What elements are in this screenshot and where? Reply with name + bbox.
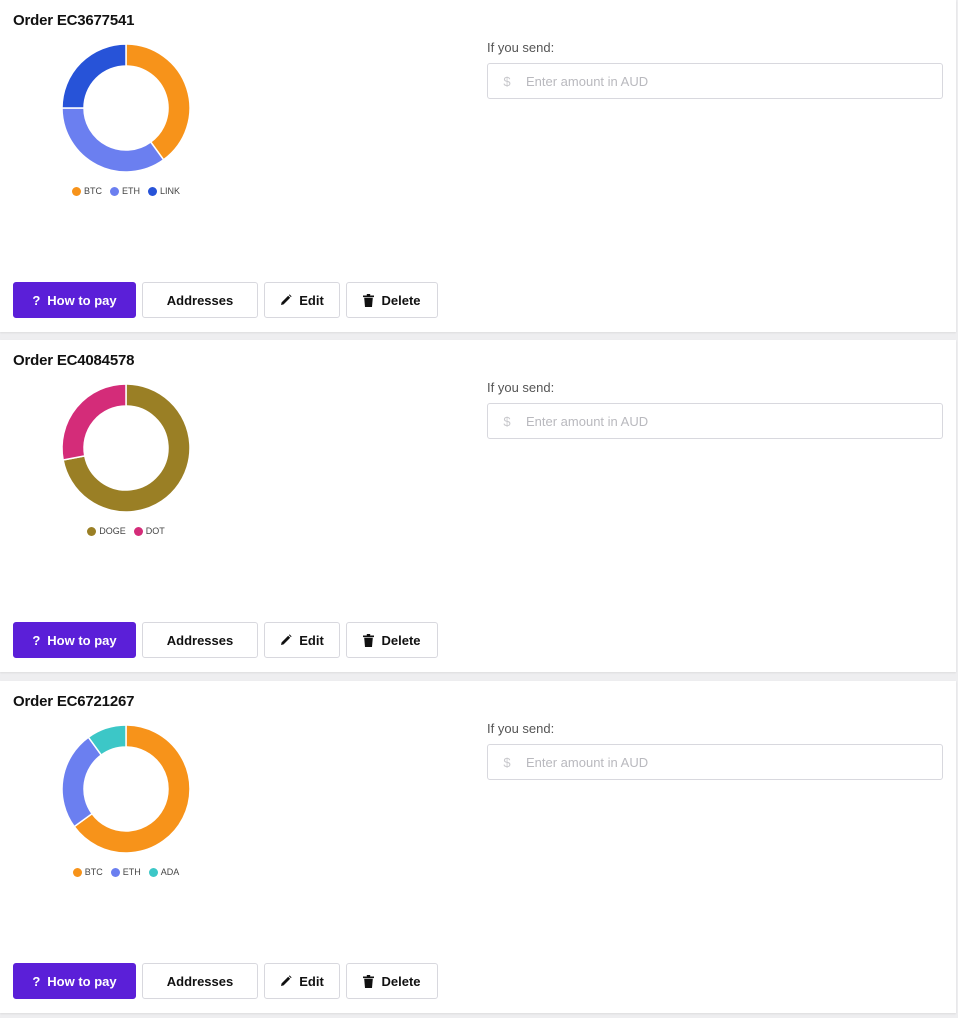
addresses-label: Addresses	[166, 632, 234, 648]
slice-dot	[61, 383, 127, 461]
pencil-icon	[281, 634, 292, 645]
legend-label: ETH	[121, 186, 140, 196]
addresses-button[interactable]: Addresses	[142, 622, 258, 658]
legend-item-dot: DOT	[133, 526, 165, 536]
legend-label: DOT	[145, 526, 165, 536]
question-icon: ?	[32, 292, 41, 308]
order-card: Order EC3677541 BTC ETH LINK If you send: $? H…	[0, 0, 956, 332]
slice-btc	[125, 43, 191, 161]
amount-field[interactable]: $	[487, 63, 943, 99]
question-icon: ?	[32, 632, 41, 648]
amount-field[interactable]: $	[487, 744, 943, 780]
edit-button[interactable]: Edit	[264, 282, 340, 318]
legend-item-btc: BTC	[71, 186, 102, 196]
legend-label: BTC	[83, 186, 102, 196]
question-icon: ?	[32, 973, 41, 989]
legend-item-eth: ETH	[110, 867, 141, 877]
delete-button[interactable]: Delete	[346, 963, 438, 999]
allocation-donut-chart	[61, 724, 191, 854]
trash-icon	[363, 293, 375, 307]
trash-icon	[363, 633, 375, 647]
addresses-label: Addresses	[166, 292, 234, 308]
edit-label: Edit	[299, 632, 324, 648]
amount-label: If you send:	[487, 721, 555, 736]
legend-item-eth: ETH	[109, 186, 140, 196]
slice-link	[61, 43, 127, 109]
legend-item-ada: ADA	[148, 867, 180, 877]
how-to-pay-label: How to pay	[47, 292, 117, 308]
pencil-icon	[281, 294, 292, 305]
allocation-donut-chart	[61, 43, 191, 173]
edit-button[interactable]: Edit	[264, 963, 340, 999]
orders-list: Order EC3677541 BTC ETH LINK If you send: $? H…	[0, 0, 958, 1018]
slice-eth	[61, 107, 165, 173]
delete-label: Delete	[381, 632, 421, 648]
legend-label: ETH	[122, 867, 141, 877]
order-card: Order EC4084578 DOGE DOT If you send: $? How …	[0, 340, 956, 672]
legend-item-btc: BTC	[72, 867, 103, 877]
allocation-donut-chart	[61, 383, 191, 513]
delete-button[interactable]: Delete	[346, 622, 438, 658]
order-title: Order EC6721267	[13, 693, 135, 710]
dollar-icon: $	[503, 413, 511, 429]
legend-label: DOGE	[99, 526, 126, 536]
dollar-icon: $	[503, 754, 511, 770]
amount-input[interactable]	[526, 747, 942, 777]
amount-field[interactable]: $	[487, 403, 943, 439]
legend-dot	[72, 867, 82, 877]
how-to-pay-button[interactable]: ? How to pay	[13, 282, 136, 318]
delete-label: Delete	[381, 292, 421, 308]
order-actions: ? How to pay Addresses Edit Delete	[13, 282, 438, 318]
legend-item-doge: DOGE	[87, 526, 126, 536]
order-actions: ? How to pay Addresses Edit Delete	[13, 622, 438, 658]
legend-dot	[71, 186, 81, 196]
legend-label: BTC	[84, 867, 103, 877]
addresses-label: Addresses	[166, 973, 234, 989]
order-actions: ? How to pay Addresses Edit Delete	[13, 963, 438, 999]
legend-label: ADA	[160, 867, 180, 877]
addresses-button[interactable]: Addresses	[142, 963, 258, 999]
edit-label: Edit	[299, 973, 324, 989]
legend-label: LINK	[159, 186, 180, 196]
how-to-pay-label: How to pay	[47, 632, 117, 648]
edit-button[interactable]: Edit	[264, 622, 340, 658]
delete-label: Delete	[381, 973, 421, 989]
order-title: Order EC3677541	[13, 12, 135, 29]
legend-dot	[110, 867, 120, 877]
legend-item-link: LINK	[147, 186, 180, 196]
slice-eth	[61, 736, 103, 828]
legend-dot	[87, 526, 97, 536]
dollar-icon: $	[503, 73, 511, 89]
chart-legend: DOGE DOT	[0, 526, 252, 536]
pencil-icon	[281, 975, 292, 986]
addresses-button[interactable]: Addresses	[142, 282, 258, 318]
how-to-pay-button[interactable]: ? How to pay	[13, 622, 136, 658]
order-title: Order EC4084578	[13, 352, 135, 369]
amount-input[interactable]	[526, 406, 942, 436]
edit-label: Edit	[299, 292, 324, 308]
amount-label: If you send:	[487, 380, 555, 395]
amount-label: If you send:	[487, 40, 555, 55]
how-to-pay-button[interactable]: ? How to pay	[13, 963, 136, 999]
legend-dot	[133, 526, 143, 536]
trash-icon	[363, 974, 375, 988]
how-to-pay-label: How to pay	[47, 973, 117, 989]
legend-dot	[148, 867, 158, 877]
legend-dot	[147, 186, 157, 196]
amount-input[interactable]	[526, 66, 942, 96]
legend-dot	[109, 186, 119, 196]
chart-legend: BTC ETH LINK	[0, 186, 252, 196]
chart-legend: BTC ETH ADA	[0, 867, 252, 877]
order-card: Order EC6721267 BTC ETH ADA If you send: $? Ho…	[0, 681, 956, 1013]
delete-button[interactable]: Delete	[346, 282, 438, 318]
